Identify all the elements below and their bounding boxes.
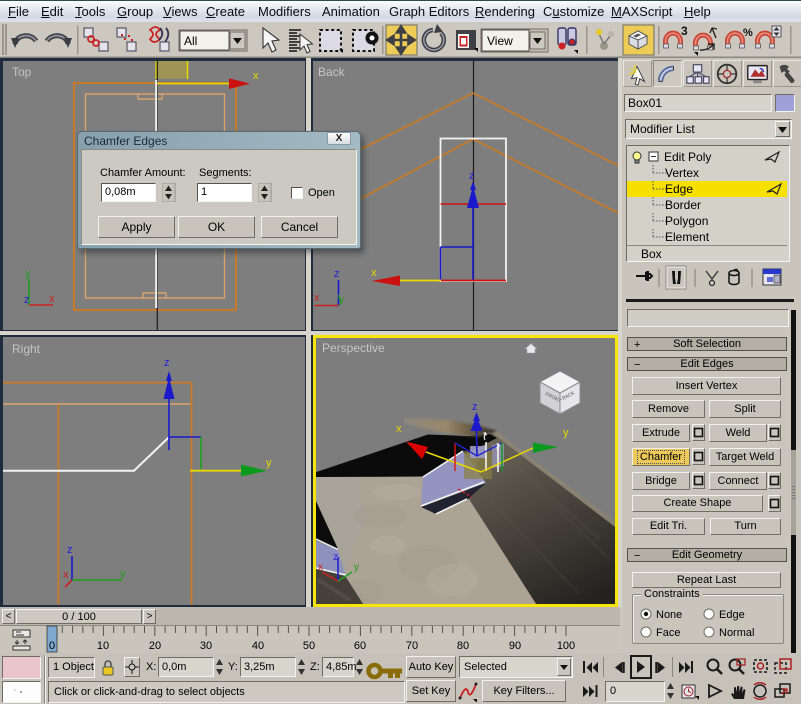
svg-text:y: y <box>354 562 359 573</box>
svg-text:View: View <box>487 34 513 48</box>
svg-text:x: x <box>314 292 320 304</box>
svg-text:x: x <box>318 562 323 573</box>
svg-text:Face: Face <box>656 627 680 639</box>
svg-text:y: y <box>120 568 126 580</box>
svg-text:x: x <box>63 569 69 581</box>
svg-text:60: 60 <box>354 640 366 652</box>
svg-text:z: z <box>469 170 475 182</box>
svg-text:40: 40 <box>252 640 264 652</box>
svg-text:x: x <box>371 267 377 279</box>
svg-text:100: 100 <box>557 640 575 652</box>
svg-text:50: 50 <box>303 640 315 652</box>
svg-text:x: x <box>49 293 55 305</box>
svg-text:Top: Top <box>12 65 32 79</box>
svg-text:0: 0 <box>49 640 55 652</box>
svg-text:90: 90 <box>509 640 521 652</box>
svg-text:None: None <box>656 609 682 621</box>
svg-text:y: y <box>266 457 272 469</box>
svg-text:70: 70 <box>406 640 418 652</box>
svg-text:y: y <box>563 427 569 439</box>
svg-text:%: % <box>743 27 753 39</box>
svg-text:Perspective: Perspective <box>322 341 385 355</box>
svg-text:z: z <box>334 268 340 280</box>
svg-text:3: 3 <box>681 24 688 38</box>
svg-text:80: 80 <box>457 640 469 652</box>
svg-text:Back: Back <box>318 65 346 79</box>
svg-text:30: 30 <box>200 640 212 652</box>
svg-text:z: z <box>164 357 170 369</box>
svg-text:y: y <box>25 268 31 280</box>
svg-text:Right: Right <box>12 342 41 356</box>
svg-text:z: z <box>333 552 338 563</box>
svg-text:z: z <box>24 294 30 306</box>
svg-text:Normal: Normal <box>719 627 754 639</box>
svg-text:20: 20 <box>149 640 161 652</box>
svg-text:Edge: Edge <box>719 609 745 621</box>
svg-text:All: All <box>184 34 197 48</box>
svg-text:z: z <box>472 401 478 413</box>
svg-text:x: x <box>396 423 402 435</box>
svg-text:10: 10 <box>97 640 109 652</box>
svg-text:y: y <box>339 295 344 306</box>
svg-text:z: z <box>67 544 73 556</box>
svg-text:x: x <box>253 70 259 82</box>
